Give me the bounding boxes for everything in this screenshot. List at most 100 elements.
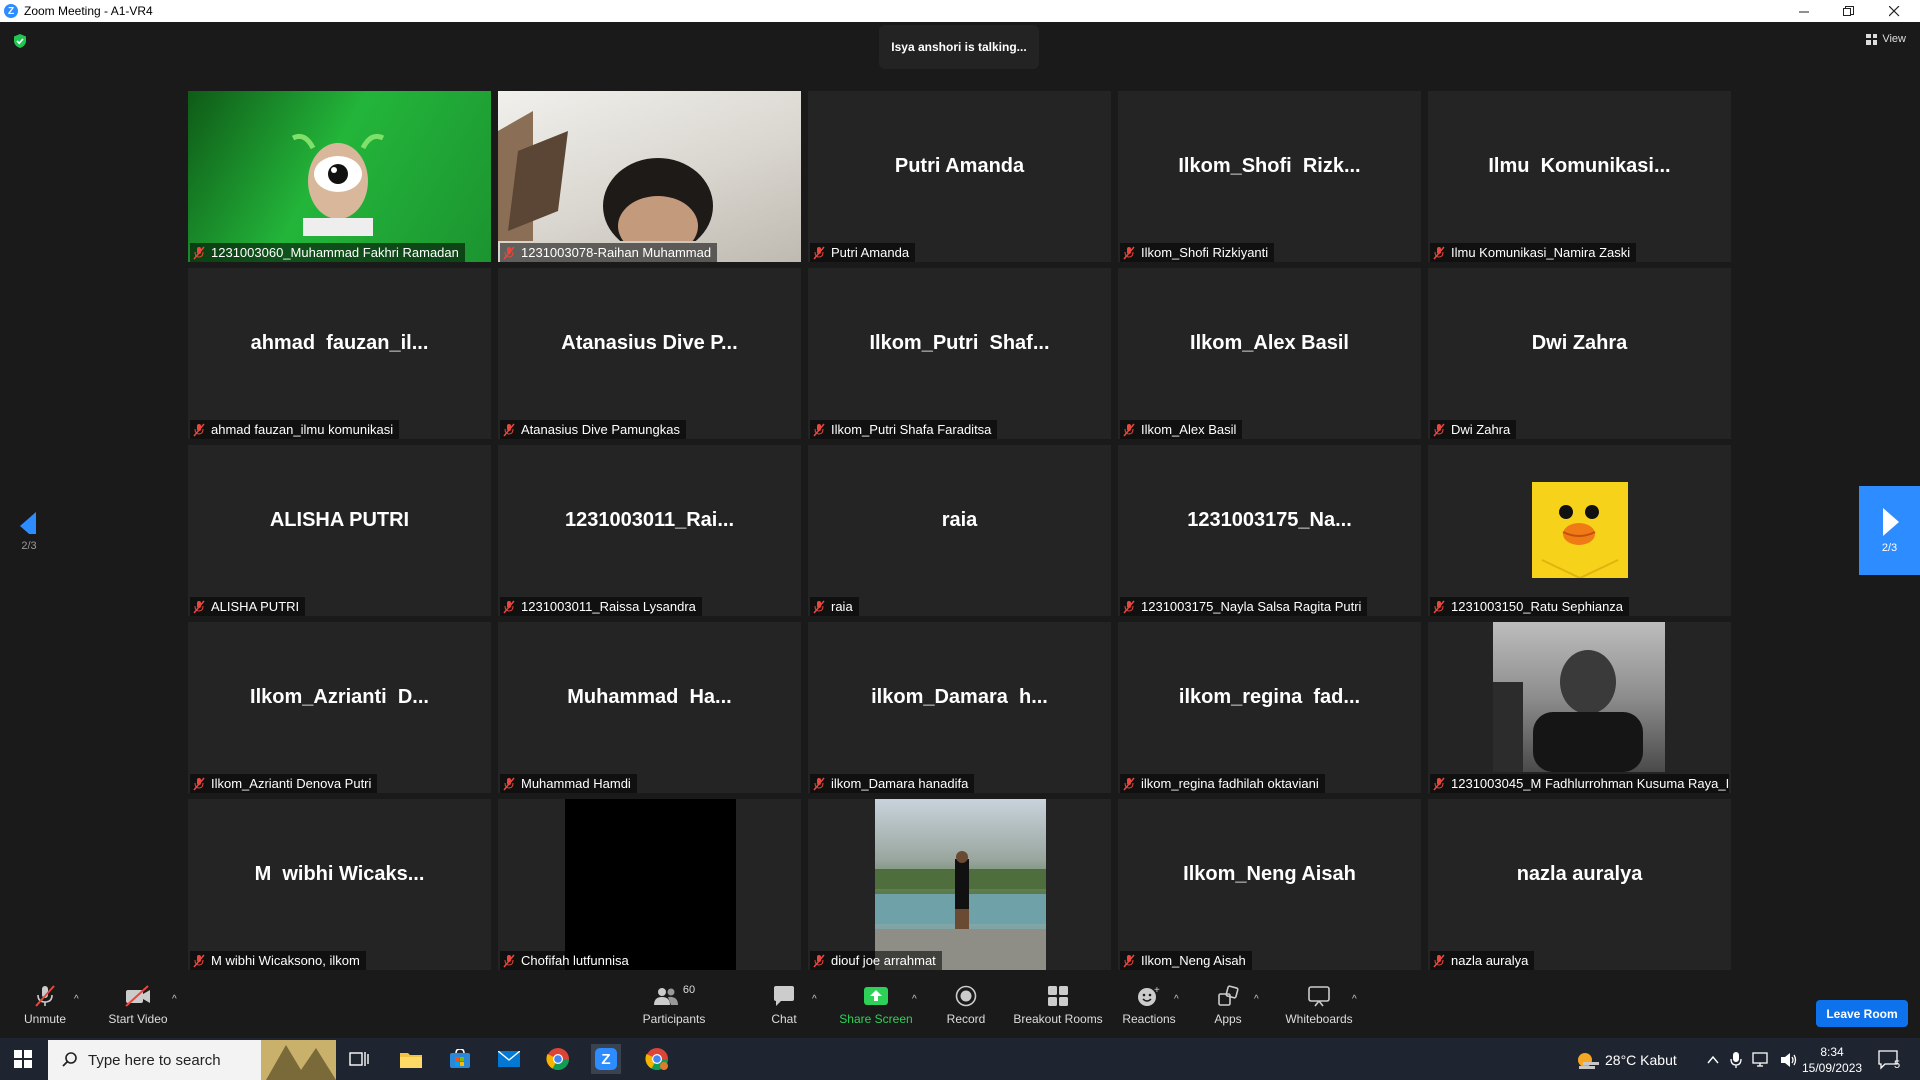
apps-label: Apps <box>1214 1012 1242 1026</box>
profile-picture <box>1493 622 1665 772</box>
weather-widget[interactable]: 28°C Kabut <box>1575 1040 1677 1080</box>
participant-name-label: Ilkom_Neng Aisah <box>1120 951 1252 970</box>
participant-tile[interactable]: Ilkom_Shofi Rizk... Ilkom_Shofi Rizkiyan… <box>1118 91 1421 262</box>
participant-display-name: Muhammad Ha... <box>567 686 732 708</box>
participant-display-name: Ilkom_Neng Aisah <box>1183 863 1356 885</box>
participant-tile[interactable]: ahmad fauzan_il... ahmad fauzan_ilmu kom… <box>188 268 491 439</box>
participant-display-name: Putri Amanda <box>894 155 1025 177</box>
participant-name: Chofifah lutfunnisa <box>521 953 629 968</box>
encryption-shield-icon[interactable] <box>13 34 27 48</box>
close-button[interactable] <box>1872 0 1916 22</box>
participant-name-label: diouf joe arrahmat <box>810 951 942 970</box>
participant-tile[interactable]: ilkom_regina fad... ilkom_regina fadhila… <box>1118 622 1421 793</box>
minimize-button[interactable] <box>1782 0 1826 22</box>
participant-tile[interactable]: Ilkom_Neng Aisah Ilkom_Neng Aisah <box>1118 799 1421 970</box>
participant-tile[interactable]: 1231003011_Rai... 1231003011_Raissa Lysa… <box>498 445 801 616</box>
participant-tile[interactable]: Ilmu Komunikasi... Ilmu Komunikasi_Namir… <box>1428 91 1731 262</box>
leave-room-button[interactable]: Leave Room <box>1816 1000 1908 1027</box>
view-label: View <box>1882 33 1906 45</box>
notification-center-button[interactable]: 5 <box>1878 1040 1900 1080</box>
apps-icon <box>1218 985 1239 1006</box>
participant-tile[interactable]: 1231003045_M Fadhlurrohman Kusuma Raya_I… <box>1428 622 1731 793</box>
participant-name: raia <box>831 599 853 614</box>
mail-button[interactable] <box>494 1044 524 1074</box>
muted-mic-icon <box>503 246 515 259</box>
whiteboards-button[interactable]: Whiteboards <box>1282 972 1356 1038</box>
chrome-button[interactable] <box>543 1044 573 1074</box>
zoom-taskbar-button[interactable]: Z <box>591 1044 621 1074</box>
duck-avatar-icon <box>1541 505 1619 580</box>
participant-tile[interactable]: Ilkom_Putri Shaf... Ilkom_Putri Shafa Fa… <box>808 268 1111 439</box>
participant-tile[interactable]: Chofifah lutfunnisa <box>498 799 801 970</box>
reactions-label: Reactions <box>1122 1012 1176 1026</box>
muted-mic-icon <box>193 423 205 436</box>
participant-name-label: ilkom_Damara hanadifa <box>810 774 975 793</box>
participant-name: Ilkom_Putri Shafa Faraditsa <box>831 422 992 437</box>
participant-tile[interactable]: 1231003078-Raihan Muhammad <box>498 91 801 262</box>
next-page-button[interactable]: 2/3 <box>1859 486 1920 575</box>
microsoft-store-button[interactable] <box>445 1044 475 1074</box>
participant-tile[interactable]: 1231003150_Ratu Sephianza <box>1428 445 1731 616</box>
file-explorer-button[interactable] <box>396 1044 426 1074</box>
record-button[interactable]: Record <box>946 972 986 1038</box>
participant-display-name: raia <box>941 509 978 531</box>
chrome-icon <box>546 1048 569 1070</box>
participant-tile[interactable]: Atanasius Dive P... Atanasius Dive Pamun… <box>498 268 801 439</box>
clock[interactable]: 8:34 15/09/2023 <box>1802 1040 1862 1080</box>
participant-tile[interactable]: Ilkom_Azrianti D... Ilkom_Azrianti Denov… <box>188 622 491 793</box>
chrome-profile-button[interactable] <box>642 1044 672 1074</box>
search-icon <box>62 1052 77 1067</box>
video-options-chevron-up-icon[interactable]: ^ <box>172 994 177 1005</box>
participant-name: Dwi Zahra <box>1451 422 1511 437</box>
previous-page-button[interactable]: 2/3 <box>18 512 40 552</box>
participant-tile[interactable]: ALISHA PUTRI ALISHA PUTRI <box>188 445 491 616</box>
notification-count: 5 <box>1894 1059 1901 1071</box>
reactions-button[interactable]: + Reactions <box>1120 972 1178 1038</box>
participant-name: diouf joe arrahmat <box>831 953 936 968</box>
participant-tile[interactable]: Ilkom_Alex Basil Ilkom_Alex Basil <box>1118 268 1421 439</box>
participant-tile[interactable]: 1231003175_Na... 1231003175_Nayla Salsa … <box>1118 445 1421 616</box>
unmute-button[interactable]: Unmute <box>20 972 70 1038</box>
taskbar-search-box[interactable]: Type here to search <box>48 1040 336 1080</box>
participant-tile[interactable]: Muhammad Ha... Muhammad Hamdi <box>498 622 801 793</box>
muted-mic-icon <box>503 954 515 967</box>
start-video-button[interactable]: Start Video <box>104 972 172 1038</box>
participant-tile[interactable]: raia raia <box>808 445 1111 616</box>
participant-tile[interactable]: ilkom_Damara h... ilkom_Damara hanadifa <box>808 622 1111 793</box>
audio-options-chevron-up-icon[interactable]: ^ <box>74 994 79 1005</box>
muted-mic-icon <box>1123 600 1135 613</box>
whiteboards-options-chevron-up-icon[interactable]: ^ <box>1352 994 1357 1005</box>
participant-name: ilkom_Damara hanadifa <box>831 776 969 791</box>
windows-start-button[interactable] <box>8 1044 38 1074</box>
muted-mic-icon <box>193 777 205 790</box>
restore-button[interactable] <box>1826 0 1870 22</box>
participant-tile[interactable]: M wibhi Wicaks... M wibhi Wicaksono, ilk… <box>188 799 491 970</box>
view-button[interactable]: View <box>1866 33 1906 45</box>
share-options-chevron-up-icon[interactable]: ^ <box>912 994 917 1005</box>
system-tray-icons[interactable] <box>1706 1040 1798 1080</box>
participants-button[interactable]: 60 Participants <box>638 972 710 1038</box>
participant-tile[interactable]: diouf joe arrahmat <box>808 799 1111 970</box>
task-view-button[interactable] <box>344 1044 374 1074</box>
participant-tile[interactable]: Dwi Zahra Dwi Zahra <box>1428 268 1731 439</box>
reactions-options-chevron-up-icon[interactable]: ^ <box>1174 994 1179 1005</box>
participant-name: Ilkom_Neng Aisah <box>1141 953 1246 968</box>
participant-tile[interactable]: 1231003060_Muhammad Fakhri Ramadan <box>188 91 491 262</box>
page-indicator-left: 2/3 <box>21 540 37 552</box>
network-icon <box>1752 1052 1768 1067</box>
apps-button[interactable]: Apps <box>1208 972 1248 1038</box>
participant-name-label: ilkom_regina fadhilah oktaviani <box>1120 774 1325 793</box>
chat-options-chevron-up-icon[interactable]: ^ <box>812 994 817 1005</box>
chat-button[interactable]: Chat <box>764 972 804 1038</box>
participant-name-label: 1231003060_Muhammad Fakhri Ramadan <box>190 243 465 262</box>
close-icon <box>1888 5 1899 16</box>
breakout-rooms-button[interactable]: Breakout Rooms <box>1012 972 1104 1038</box>
share-screen-button[interactable]: Share Screen <box>838 972 914 1038</box>
muted-mic-icon <box>1123 423 1135 436</box>
clock-date: 15/09/2023 <box>1802 1061 1863 1075</box>
muted-mic-icon <box>1433 600 1445 613</box>
participant-tile[interactable]: nazla auralya nazla auralya <box>1428 799 1731 970</box>
participant-tile[interactable]: Putri Amanda Putri Amanda <box>808 91 1111 262</box>
muted-mic-icon <box>193 600 205 613</box>
apps-options-chevron-up-icon[interactable]: ^ <box>1254 994 1259 1005</box>
